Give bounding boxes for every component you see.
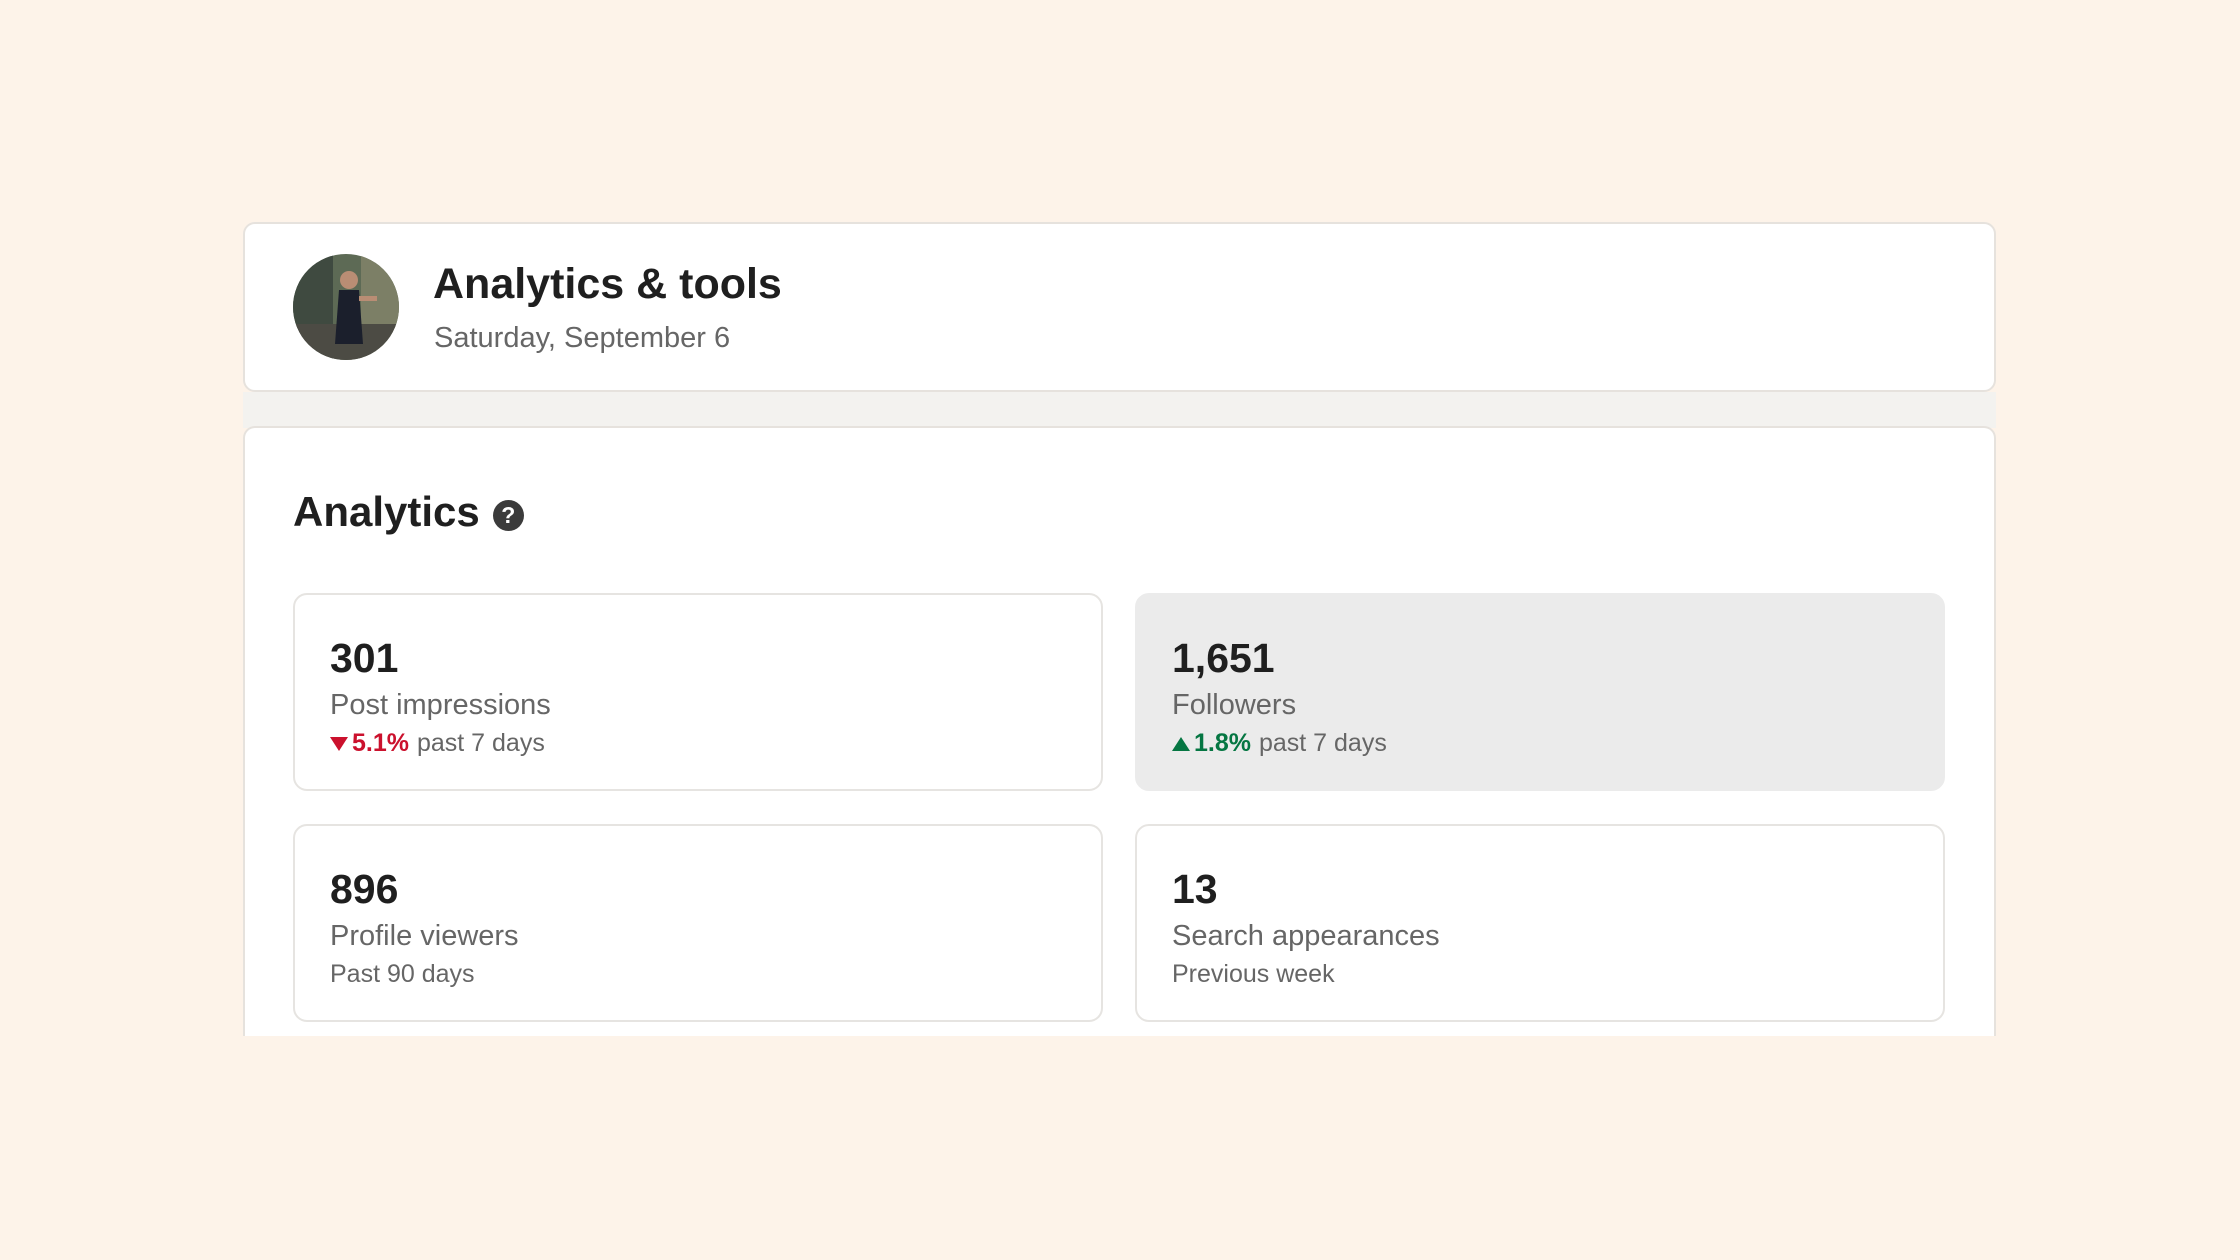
metric-trend: 1.8% past 7 days (1172, 729, 1387, 758)
metric-label: Post impressions (330, 689, 551, 721)
metric-value: 301 (330, 635, 399, 681)
metric-label: Profile viewers (330, 920, 519, 952)
metric-label: Search appearances (1172, 920, 1440, 952)
trend-percentage: 5.1% (352, 729, 409, 757)
metric-period: Past 90 days (330, 960, 475, 988)
header-card: Analytics & tools Saturday, September 6 (243, 222, 1996, 392)
metric-value: 1,651 (1172, 635, 1275, 681)
trend-percentage: 1.8% (1194, 729, 1251, 757)
metric-value: 13 (1172, 866, 1218, 912)
triangle-up-icon (1172, 736, 1190, 751)
profile-avatar[interactable] (293, 254, 399, 360)
analytics-title: Analytics (293, 488, 480, 535)
metric-card-followers[interactable]: 1,651 Followers 1.8% past 7 days (1135, 593, 1945, 791)
metric-label: Followers (1172, 689, 1297, 721)
metric-value: 896 (330, 866, 399, 912)
trend-period: past 7 days (1258, 729, 1387, 757)
triangle-down-icon (330, 736, 348, 751)
trend-period: past 7 days (416, 729, 545, 757)
metric-period: Previous week (1172, 960, 1335, 988)
help-icon[interactable]: ? (492, 499, 524, 531)
page-title: Analytics & tools (433, 260, 782, 308)
metric-card-profile-viewers[interactable]: 896 Profile viewers Past 90 days (293, 824, 1103, 1022)
section-divider (243, 392, 1996, 428)
current-date: Saturday, September 6 (434, 322, 731, 354)
metric-card-post-impressions[interactable]: 301 Post impressions 5.1% past 7 days (293, 593, 1103, 791)
metric-trend: 5.1% past 7 days (330, 729, 545, 758)
analytics-section: Analytics ? 301 Post impressions 5.1% pa… (243, 426, 1996, 1036)
metric-card-search-appearances[interactable]: 13 Search appearances Previous week (1135, 824, 1945, 1022)
analytics-heading: Analytics ? (293, 488, 524, 536)
